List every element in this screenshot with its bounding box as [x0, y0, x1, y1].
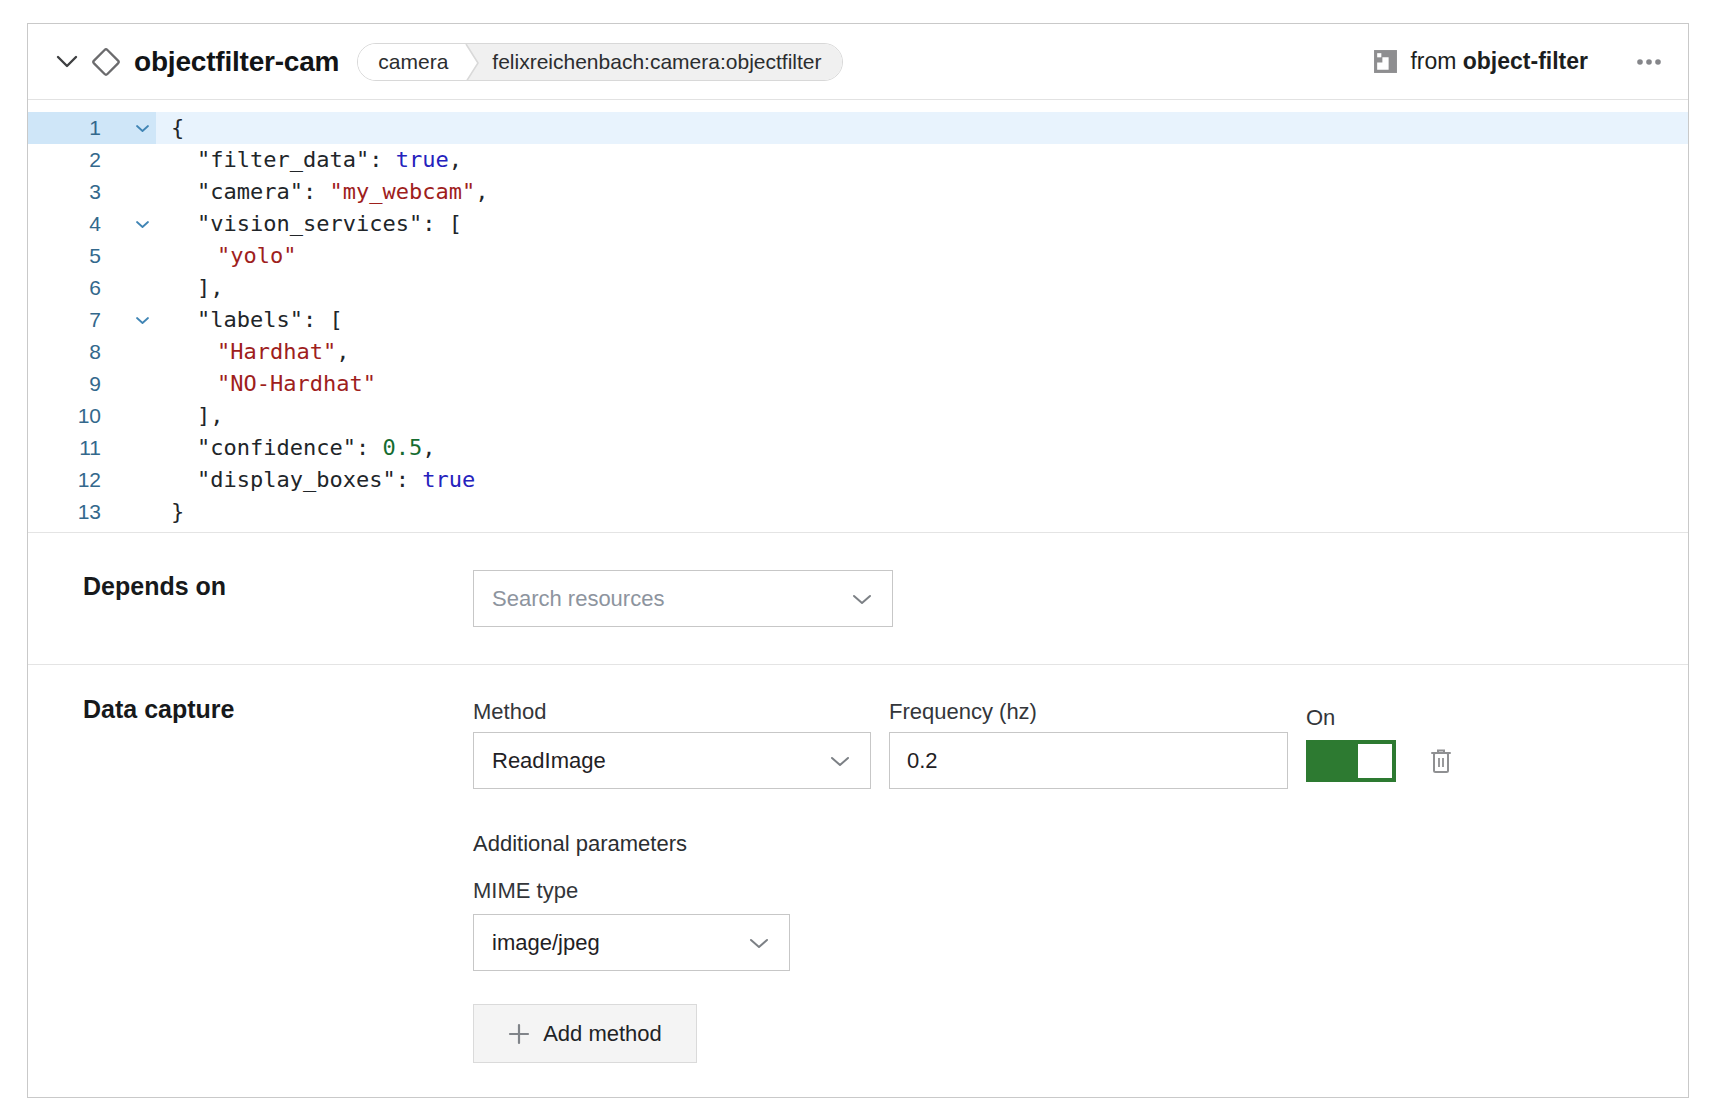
code-line[interactable]: 3"camera": "my_webcam", — [28, 176, 1688, 208]
code-line[interactable]: 6], — [28, 272, 1688, 304]
code-line[interactable]: 13} — [28, 496, 1688, 528]
code-line[interactable]: 11"confidence": 0.5, — [28, 432, 1688, 464]
collapse-chevron-icon[interactable] — [56, 55, 78, 68]
line-number: 5 — [28, 240, 101, 272]
line-number: 11 — [28, 432, 101, 464]
json-editor[interactable]: 1{2"filter_data": true,3"camera": "my_we… — [28, 100, 1688, 533]
code-line[interactable]: 10], — [28, 400, 1688, 432]
method-value: ReadImage — [492, 748, 606, 774]
delete-method-button[interactable] — [1429, 747, 1453, 775]
from-label: from object-filter — [1410, 48, 1588, 75]
method-select[interactable]: ReadImage — [473, 732, 871, 789]
on-label: On — [1306, 705, 1453, 731]
depends-on-section: Depends on Search resources — [28, 533, 1688, 665]
on-field: On — [1306, 693, 1453, 789]
line-number: 6 — [28, 272, 101, 304]
badge-separator-icon — [464, 44, 480, 80]
method-field: Method ReadImage — [473, 693, 871, 789]
frequency-value: 0.2 — [907, 748, 938, 774]
line-number: 9 — [28, 368, 101, 400]
data-capture-section: Data capture Method ReadImage Frequency … — [28, 665, 1688, 1096]
plus-icon — [508, 1023, 530, 1045]
add-method-button[interactable]: Add method — [473, 1004, 697, 1063]
mime-type-label: MIME type — [473, 879, 1453, 903]
line-number: 12 — [28, 464, 101, 496]
resource-type-badge: camera felixreichenbach:camera:objectfil… — [357, 43, 842, 81]
frequency-field: Frequency (hz) 0.2 — [889, 693, 1288, 789]
code-line[interactable]: 9"NO-Hardhat" — [28, 368, 1688, 400]
badge-type: camera — [358, 44, 464, 80]
code-line[interactable]: 12"display_boxes": true — [28, 464, 1688, 496]
line-number: 3 — [28, 176, 101, 208]
line-number: 13 — [28, 496, 101, 528]
add-method-label: Add method — [543, 1021, 662, 1047]
module-icon — [1373, 49, 1398, 74]
mime-type-select[interactable]: image/jpeg — [473, 914, 790, 971]
from-module: from object-filter — [1373, 48, 1588, 75]
depends-on-select[interactable]: Search resources — [473, 570, 893, 627]
code-line[interactable]: 1{ — [28, 112, 1688, 144]
fold-chevron-icon[interactable] — [101, 304, 156, 336]
data-capture-content: Method ReadImage Frequency (hz) 0.2 On — [473, 693, 1453, 1063]
line-number: 8 — [28, 336, 101, 368]
fold-chevron-icon[interactable] — [101, 208, 156, 240]
chevron-down-icon — [830, 756, 850, 767]
capture-on-toggle[interactable] — [1306, 740, 1396, 782]
line-number: 2 — [28, 144, 101, 176]
component-diamond-icon — [91, 47, 121, 77]
fold-chevron-icon[interactable] — [101, 112, 156, 144]
resource-card: objectfilter-cam camera felixreichenbach… — [27, 23, 1689, 1098]
toggle-knob — [1358, 744, 1392, 778]
data-capture-label: Data capture — [83, 693, 473, 1063]
frequency-label: Frequency (hz) — [889, 699, 1288, 725]
code-line[interactable]: 4"vision_services": [ — [28, 208, 1688, 240]
more-options-button[interactable] — [1636, 58, 1662, 66]
additional-parameters-label: Additional parameters — [473, 832, 1453, 856]
chevron-down-icon — [852, 594, 872, 605]
code-line[interactable]: 8"Hardhat", — [28, 336, 1688, 368]
code-line[interactable]: 7"labels": [ — [28, 304, 1688, 336]
resource-title: objectfilter-cam — [134, 46, 339, 78]
method-label: Method — [473, 699, 871, 725]
card-header: objectfilter-cam camera felixreichenbach… — [28, 24, 1688, 100]
line-number: 7 — [28, 304, 101, 336]
depends-on-placeholder: Search resources — [492, 586, 664, 612]
line-number: 10 — [28, 400, 101, 432]
badge-model: felixreichenbach:camera:objectfilter — [480, 44, 841, 80]
mime-type-value: image/jpeg — [492, 930, 600, 956]
line-number: 4 — [28, 208, 101, 240]
code-line[interactable]: 2"filter_data": true, — [28, 144, 1688, 176]
depends-on-label: Depends on — [83, 570, 473, 627]
code-line[interactable]: 5"yolo" — [28, 240, 1688, 272]
frequency-input[interactable]: 0.2 — [889, 732, 1288, 789]
chevron-down-icon — [749, 938, 769, 949]
line-number: 1 — [28, 112, 101, 144]
